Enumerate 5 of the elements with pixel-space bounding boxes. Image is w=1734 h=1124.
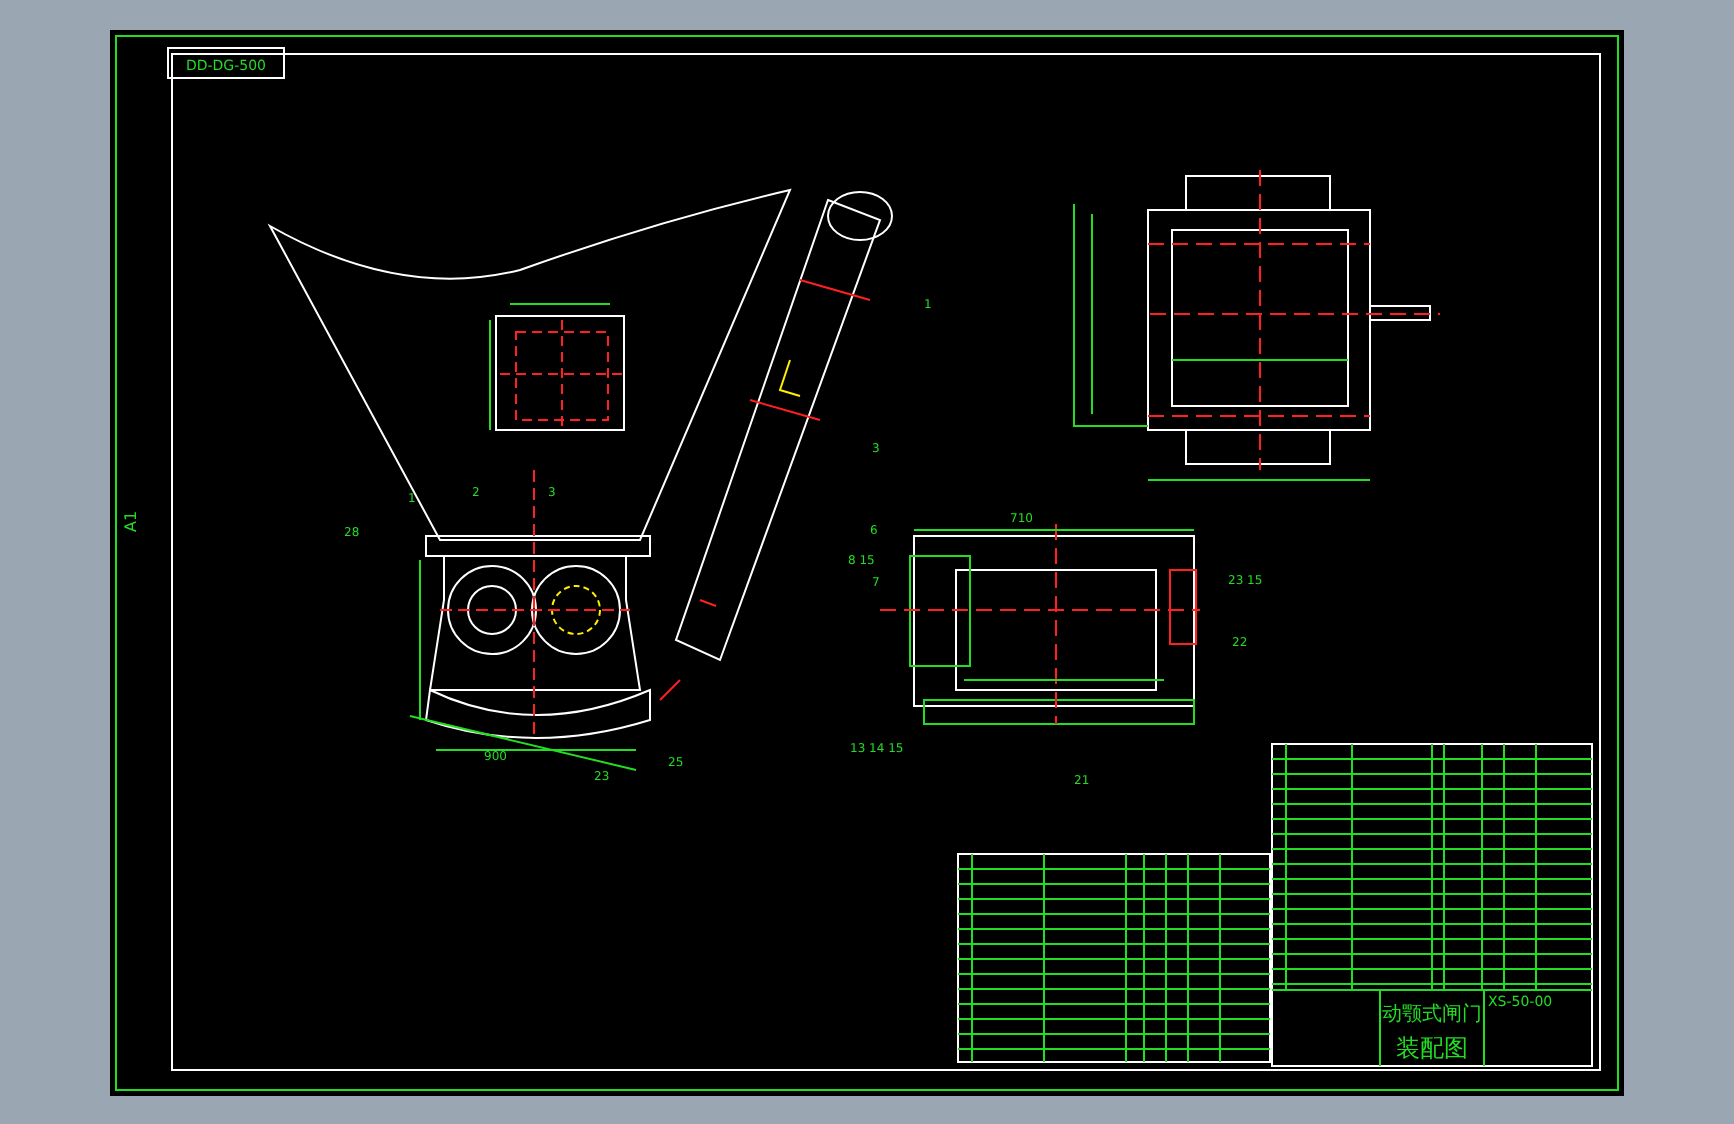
drawing-title: 动颚式闸门: [1382, 1004, 1482, 1026]
sheet-size-label: A1: [122, 510, 140, 532]
mounting-plate-drawing: [489, 303, 625, 431]
drawing-number-box: [167, 47, 285, 79]
drawing-type: 装配图: [1396, 1034, 1468, 1062]
